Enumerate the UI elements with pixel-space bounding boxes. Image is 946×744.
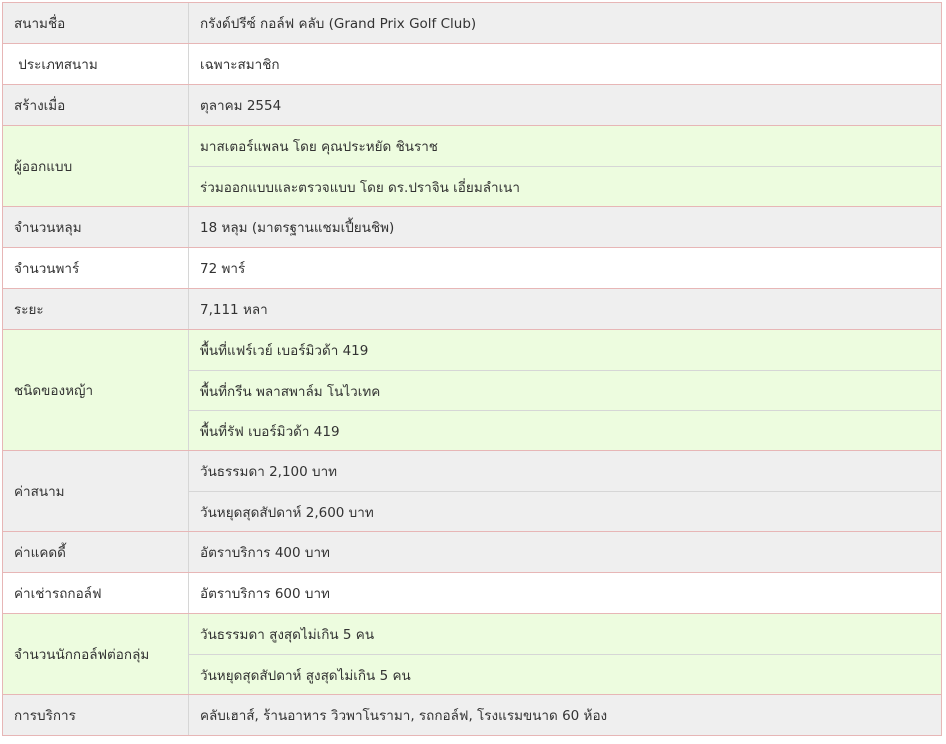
table-row-course-name: สนามชื่อ กรังด์ปรีซ์ กอล์ฟ คลับ (Grand P… (3, 3, 941, 44)
row-values: มาสเตอร์แพลน โดย คุณประหยัด ชินราช ร่วมอ… (189, 126, 941, 206)
row-values: กรังด์ปรีซ์ กอล์ฟ คลับ (Grand Prix Golf … (189, 3, 941, 43)
row-value: พื้นที่กรีน พลาสพาล์ม โนไวเทค (189, 370, 941, 410)
row-label: ประเภทสนาม (3, 44, 189, 84)
table-row-par: จำนวนพาร์ 72 พาร์ (3, 248, 941, 289)
row-value: วันหยุดสุดสัปดาห์ 2,600 บาท (189, 491, 941, 531)
table-row-distance: ระยะ 7,111 หลา (3, 289, 941, 330)
row-label: ระยะ (3, 289, 189, 329)
row-values: เฉพาะสมาชิก (189, 44, 941, 84)
row-label: ผู้ออกแบบ (3, 126, 189, 206)
row-values: วันธรรมดา 2,100 บาท วันหยุดสุดสัปดาห์ 2,… (189, 451, 941, 531)
table-row-grass-type: ชนิดของหญ้า พื้นที่แฟร์เวย์ เบอร์มิวด้า … (3, 330, 941, 451)
table-row-built-date: สร้างเมื่อ ตุลาคม 2554 (3, 85, 941, 126)
row-values: พื้นที่แฟร์เวย์ เบอร์มิวด้า 419 พื้นที่ก… (189, 330, 941, 450)
row-value: ตุลาคม 2554 (200, 98, 282, 114)
table-row-golfers-per-group: จำนวนนักกอล์ฟต่อกลุ่ม วันธรรมดา สูงสุดไม… (3, 614, 941, 695)
row-label: สนามชื่อ (3, 3, 189, 43)
row-label: จำนวนพาร์ (3, 248, 189, 288)
row-label: ค่าเช่ารถกอล์ฟ (3, 573, 189, 613)
row-value: กรังด์ปรีซ์ กอล์ฟ คลับ (Grand Prix Golf … (200, 16, 477, 32)
row-values: อัตราบริการ 600 บาท (189, 573, 941, 613)
row-value: 72 พาร์ (200, 261, 246, 277)
row-label: จำนวนหลุม (3, 207, 189, 247)
row-label: สร้างเมื่อ (3, 85, 189, 125)
row-values: คลับเฮาส์, ร้านอาหาร วิวพาโนรามา, รถกอล์… (189, 695, 941, 735)
row-value: เฉพาะสมาชิก (200, 57, 280, 73)
row-value: ร่วมออกแบบและตรวจแบบ โดย ดร.ปราจิน เอี่ย… (189, 166, 941, 206)
table-row-holes: จำนวนหลุม 18 หลุม (มาตรฐานแชมเปี้ยนชิพ) (3, 207, 941, 248)
row-value: วันธรรมดา 2,100 บาท (200, 464, 338, 480)
row-values: ตุลาคม 2554 (189, 85, 941, 125)
row-value: อัตราบริการ 400 บาท (200, 545, 330, 561)
row-value: อัตราบริการ 600 บาท (200, 586, 330, 602)
row-value: 7,111 หลา (200, 302, 268, 318)
row-label: จำนวนนักกอล์ฟต่อกลุ่ม (3, 614, 189, 694)
row-label: ค่าแคดดี้ (3, 532, 189, 572)
row-value: วันธรรมดา สูงสุดไม่เกิน 5 คน (200, 627, 375, 643)
row-values: วันธรรมดา สูงสุดไม่เกิน 5 คน วันหยุดสุดส… (189, 614, 941, 694)
table-row-green-fee: ค่าสนาม วันธรรมดา 2,100 บาท วันหยุดสุดสั… (3, 451, 941, 532)
table-row-services: การบริการ คลับเฮาส์, ร้านอาหาร วิวพาโนรา… (3, 695, 941, 736)
row-value: วันหยุดสุดสัปดาห์ สูงสุดไม่เกิน 5 คน (189, 654, 941, 694)
row-values: อัตราบริการ 400 บาท (189, 532, 941, 572)
row-label: การบริการ (3, 695, 189, 735)
row-value: คลับเฮาส์, ร้านอาหาร วิวพาโนรามา, รถกอล์… (200, 708, 608, 724)
row-values: 18 หลุม (มาตรฐานแชมเปี้ยนชิพ) (189, 207, 941, 247)
table-row-course-type: ประเภทสนาม เฉพาะสมาชิก (3, 44, 941, 85)
table-row-designer: ผู้ออกแบบ มาสเตอร์แพลน โดย คุณประหยัด ชิ… (3, 126, 941, 207)
row-value: พื้นที่รัฟ เบอร์มิวด้า 419 (189, 410, 941, 450)
row-label: ชนิดของหญ้า (3, 330, 189, 450)
table-row-caddie-fee: ค่าแคดดี้ อัตราบริการ 400 บาท (3, 532, 941, 573)
row-values: 7,111 หลา (189, 289, 941, 329)
row-value: มาสเตอร์แพลน โดย คุณประหยัด ชินราช (200, 139, 438, 155)
row-value: 18 หลุม (มาตรฐานแชมเปี้ยนชิพ) (200, 220, 395, 236)
row-value: พื้นที่แฟร์เวย์ เบอร์มิวด้า 419 (200, 343, 369, 359)
golf-club-info-table: สนามชื่อ กรังด์ปรีซ์ กอล์ฟ คลับ (Grand P… (2, 2, 942, 736)
row-label: ค่าสนาม (3, 451, 189, 531)
row-values: 72 พาร์ (189, 248, 941, 288)
table-row-cart-fee: ค่าเช่ารถกอล์ฟ อัตราบริการ 600 บาท (3, 573, 941, 614)
